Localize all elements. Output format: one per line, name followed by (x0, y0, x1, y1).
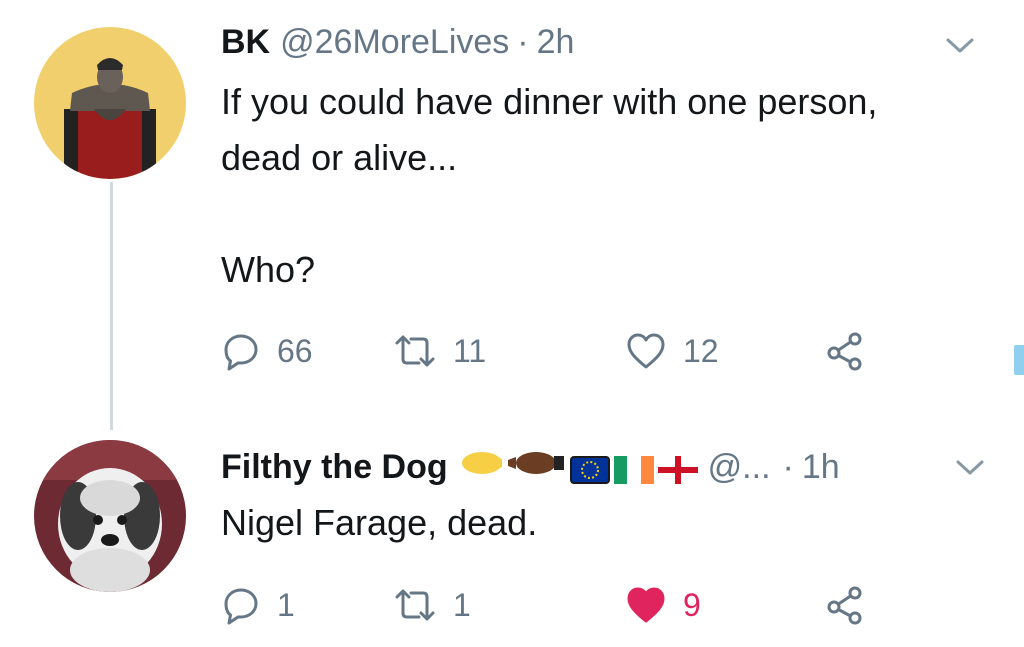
name-emojis (458, 446, 698, 487)
timestamp[interactable]: 2h (537, 22, 575, 62)
like-button[interactable]: 12 (625, 326, 719, 376)
fist-bump-emoji (458, 446, 566, 487)
ireland-flag-emoji (613, 453, 654, 484)
handle[interactable]: @... (708, 447, 771, 487)
like-button[interactable]: 9 (625, 580, 701, 630)
share-button[interactable] (825, 580, 865, 630)
heart-outline-icon (625, 331, 667, 371)
reply-icon (221, 331, 261, 371)
reply-icon (221, 585, 261, 625)
timestamp[interactable]: 1h (802, 447, 840, 487)
tweet-text: Nigel Farage, dead. (221, 502, 538, 543)
tweet-header: BK @26MoreLives · 2h (221, 22, 574, 62)
display-name[interactable]: BK (221, 22, 270, 62)
retweet-icon (393, 331, 437, 371)
reply-count: 1 (277, 586, 295, 623)
share-button[interactable] (825, 326, 865, 376)
reply-count: 66 (277, 332, 313, 369)
thread-line (110, 182, 113, 430)
tweet-text-line-2: dead or alive... (221, 137, 458, 178)
like-count: 9 (683, 586, 701, 623)
england-flag-emoji (657, 453, 698, 484)
like-count: 12 (683, 332, 719, 369)
heart-filled-icon (625, 585, 667, 625)
tweet-actions: 66 11 12 (221, 326, 901, 376)
handle[interactable]: @26MoreLives (280, 22, 509, 62)
tweet-bk[interactable]: BK @26MoreLives · 2h If you could have d… (0, 0, 1024, 430)
chevron-down-icon[interactable] (950, 452, 990, 482)
share-icon (825, 585, 865, 625)
retweet-button[interactable]: 1 (393, 580, 471, 630)
eu-flag-emoji (569, 453, 610, 484)
tweet-actions: 1 1 9 (221, 580, 901, 630)
tweet-text-line-1: If you could have dinner with one person… (221, 81, 878, 122)
chevron-down-icon[interactable] (940, 30, 980, 60)
avatar[interactable] (34, 27, 186, 179)
share-icon (825, 331, 865, 371)
retweet-icon (393, 585, 437, 625)
separator: · (517, 23, 529, 61)
avatar[interactable] (34, 440, 186, 592)
reply-button[interactable]: 1 (221, 580, 295, 630)
tweet-header: Filthy the Dog @... · 1h (221, 446, 840, 487)
retweet-count: 1 (453, 586, 471, 623)
scroll-indicator (1014, 345, 1024, 375)
tweet-text-line-3: Who? (221, 249, 316, 290)
display-name[interactable]: Filthy the Dog (221, 447, 448, 487)
reply-button[interactable]: 66 (221, 326, 313, 376)
retweet-button[interactable]: 11 (393, 326, 486, 376)
tweet-filthy-the-dog[interactable]: Filthy the Dog @... · 1h Nigel Farage, d… (0, 400, 1024, 647)
separator: · (782, 447, 794, 486)
retweet-count: 11 (453, 332, 487, 369)
